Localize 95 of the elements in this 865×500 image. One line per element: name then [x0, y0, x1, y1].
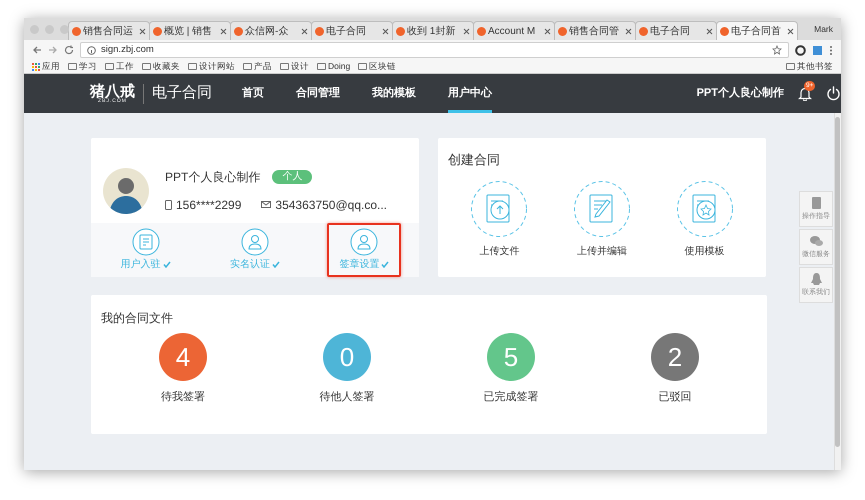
close-icon[interactable] [625, 28, 632, 34]
bookmark-link[interactable]: 产品 [243, 60, 272, 73]
browser-tab[interactable]: 销售合同运 [68, 21, 150, 40]
phone-icon [165, 200, 172, 210]
folder-icon [142, 63, 151, 70]
browser-tab[interactable]: 电子合同 [635, 21, 717, 40]
browser-tab[interactable]: 收到 1封新 [392, 21, 474, 40]
close-icon[interactable] [301, 28, 308, 34]
phone-number: 156****2299 [176, 196, 242, 214]
folder-icon [786, 63, 795, 70]
create-option[interactable]: 上传并编辑 [572, 180, 631, 258]
close-icon[interactable] [220, 28, 227, 34]
browser-tab[interactable]: 销售合同管 [554, 21, 636, 40]
action-label: 用户入驻 [120, 258, 161, 272]
card-title: 创建合同 [448, 151, 501, 169]
user-name[interactable]: PPT个人良心制作 [696, 85, 784, 102]
browser-tab[interactable]: Account M [473, 21, 555, 40]
tab-favicon [72, 26, 81, 36]
action-icon [350, 228, 378, 256]
back-icon[interactable] [32, 45, 42, 55]
tab-favicon [639, 26, 648, 36]
tab-favicon [720, 26, 729, 36]
apps-grid-icon [32, 62, 40, 70]
bookmark-link[interactable]: 工作 [105, 60, 134, 73]
reload-icon[interactable] [64, 45, 74, 55]
tool-icon [808, 272, 824, 286]
mail-icon [261, 201, 272, 208]
stat-label: 待我签署 [161, 390, 205, 405]
count-circle[interactable]: 2 [651, 333, 699, 381]
stat-label: 待他人签署 [320, 390, 374, 405]
card-title: 我的合同文件 [101, 310, 174, 327]
bookmark-link[interactable]: 其他书签 [786, 60, 833, 73]
action-label: 实名认证 [230, 258, 270, 272]
browser-tab[interactable]: 众信网-众 [230, 21, 312, 40]
stat-label: 已驳回 [658, 390, 692, 405]
account-type-tag: 个人 [272, 170, 312, 184]
address-bar[interactable]: sign.zbj.com [80, 42, 789, 58]
close-icon[interactable] [382, 28, 389, 34]
action-label: 签章设置 [339, 258, 380, 272]
action-icon [240, 228, 269, 256]
document-icon [572, 180, 631, 238]
power-icon[interactable] [826, 86, 841, 101]
close-icon[interactable] [463, 28, 470, 34]
folder-icon [317, 63, 326, 70]
create-option[interactable]: 上传文件 [470, 180, 528, 258]
tab-favicon [396, 26, 405, 36]
option-label: 上传文件 [479, 244, 520, 258]
star-icon[interactable] [772, 45, 782, 55]
browser-tab[interactable]: 概览 | 销售 [149, 21, 231, 40]
profile-name[interactable]: Mark [814, 22, 841, 36]
tab-favicon [153, 26, 162, 36]
bookmark-link[interactable]: 应用 [32, 60, 60, 73]
menu-icon[interactable] [829, 44, 833, 56]
tab-favicon [477, 26, 486, 36]
bookmark-link[interactable]: 设计 [280, 60, 309, 73]
browser-tab[interactable]: 电子合同首 [716, 21, 798, 40]
bookmark-link[interactable]: 学习 [68, 60, 97, 73]
avatar-placeholder [103, 168, 149, 214]
action-icon [132, 228, 160, 256]
bookmark-link[interactable]: 区块链 [358, 60, 396, 73]
tab-favicon [234, 26, 243, 36]
folder-icon [280, 63, 289, 70]
option-label: 上传并编辑 [576, 244, 627, 258]
nav-link[interactable]: 用户中心 [448, 74, 492, 113]
close-icon[interactable] [706, 28, 713, 34]
create-option[interactable]: 使用模板 [676, 180, 734, 258]
extension-icon[interactable] [795, 44, 806, 56]
folder-icon [188, 63, 197, 70]
user-name: PPT个人良心制作 [165, 168, 260, 186]
close-icon[interactable] [544, 28, 551, 34]
folder-icon [105, 63, 114, 70]
nav-link[interactable]: 合同管理 [296, 74, 340, 113]
document-icon [470, 180, 528, 238]
close-icon[interactable] [787, 28, 794, 34]
product-title: 电子合同 [152, 83, 212, 104]
folder-icon [68, 63, 77, 70]
option-label: 使用模板 [684, 244, 725, 258]
email-address: 354363750@qq.co... [275, 196, 388, 214]
stat-label: 已完成签署 [484, 390, 538, 405]
bookmark-link[interactable]: 设计网站 [188, 60, 235, 73]
tab-favicon [315, 26, 324, 36]
tool-icon [808, 234, 824, 248]
browser-tab[interactable]: 电子合同 [311, 21, 393, 40]
folder-icon [243, 63, 252, 70]
info-icon [87, 46, 96, 54]
nav-link[interactable]: 我的模板 [372, 74, 416, 113]
folder-icon [358, 63, 368, 70]
close-icon[interactable] [139, 28, 146, 34]
tab-favicon [558, 26, 567, 36]
document-icon [676, 180, 734, 238]
bookmark-link[interactable]: Doing [317, 60, 350, 73]
scrollbar-thumb[interactable] [835, 117, 840, 447]
nav-link[interactable]: 首页 [242, 74, 264, 113]
bell-icon [798, 86, 812, 101]
bookmark-link[interactable]: 收藏夹 [142, 60, 180, 73]
